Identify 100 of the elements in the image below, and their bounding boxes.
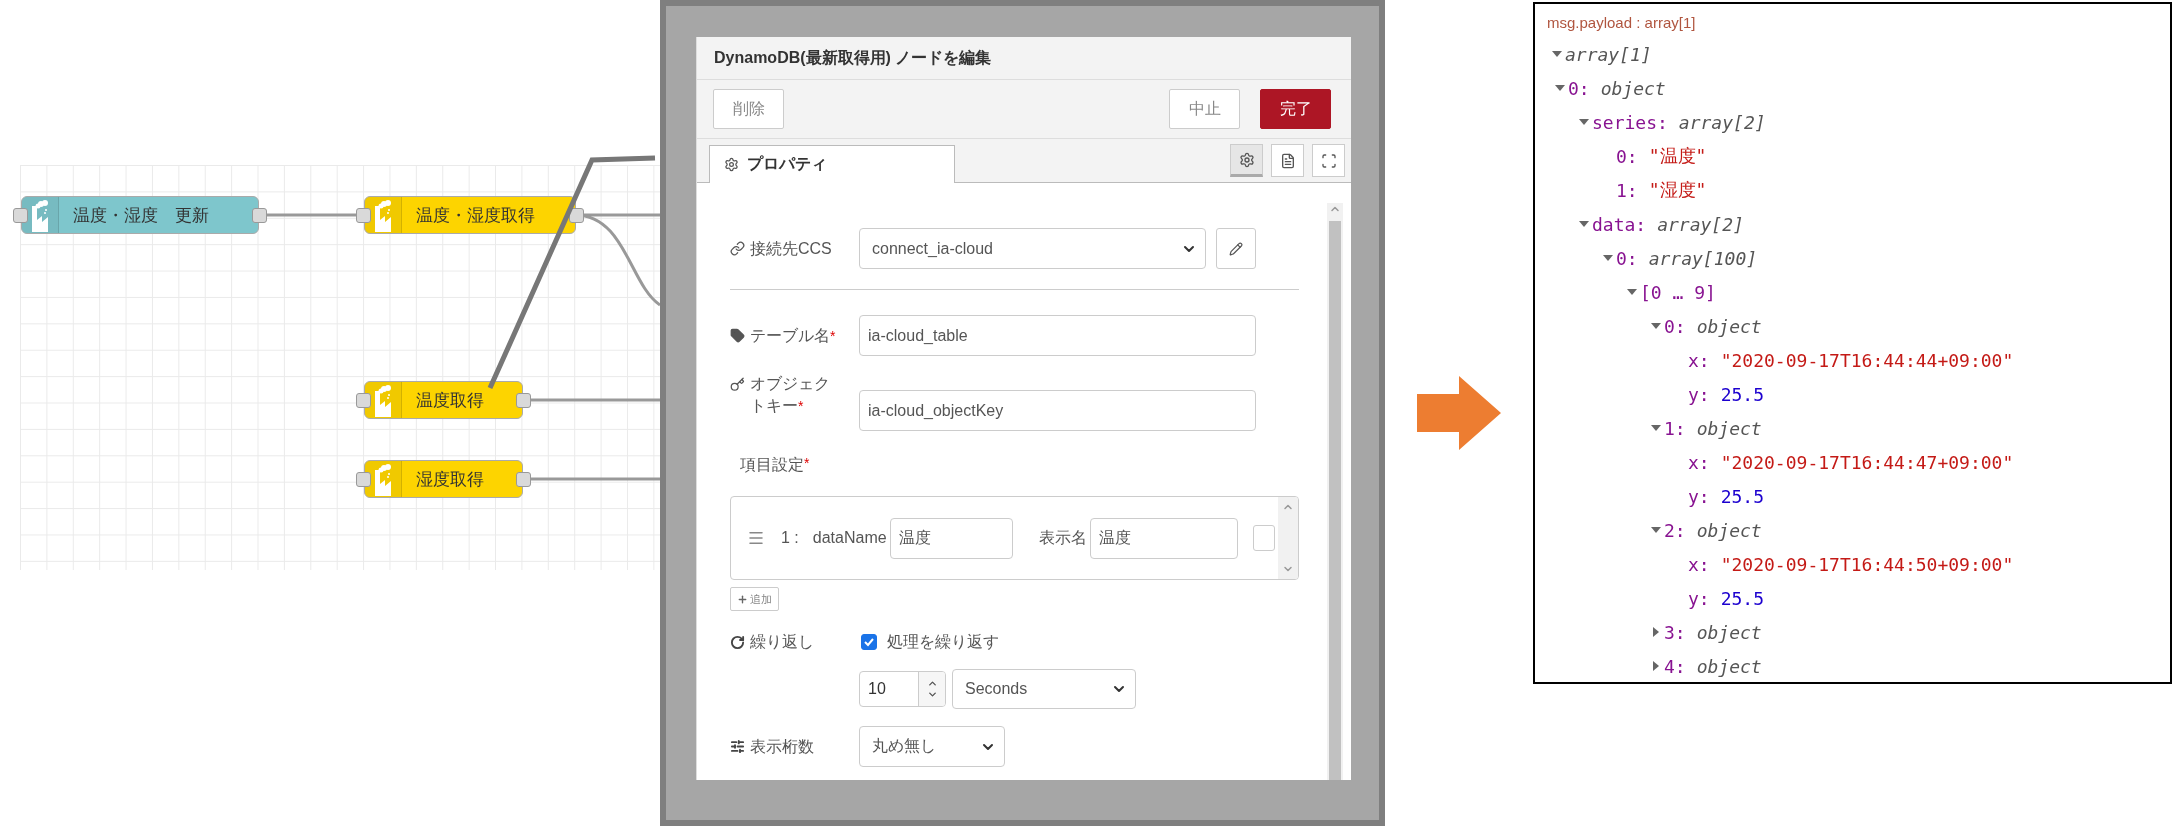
plus-icon: [737, 593, 748, 605]
node-label: 温度・湿度 更新: [72, 204, 209, 227]
tree-value: object: [1600, 77, 1666, 99]
refresh-icon: [730, 634, 745, 650]
checkbox-label: 処理を繰り返す: [887, 632, 999, 652]
gear-icon: [724, 157, 739, 172]
panel-tab[interactable]: [1312, 144, 1345, 177]
display-name-label: 表示名: [1038, 527, 1087, 548]
panel-tab[interactable]: [1230, 144, 1263, 177]
tree-value: object: [1696, 621, 1762, 643]
tree-key: series:: [1592, 111, 1668, 133]
edit-button[interactable]: [1216, 228, 1256, 269]
tree-key: y:: [1688, 383, 1710, 405]
tag-icon: [730, 328, 745, 343]
dialog-title: DynamoDB(最新取得用) ノードを編集: [714, 47, 992, 68]
tree-value: "2020-09-17T16:44:44+09:00": [1720, 349, 2014, 371]
cancel-button[interactable]: 中止: [1169, 89, 1240, 129]
tree-key: y:: [1688, 587, 1710, 609]
node-port[interactable]: [516, 471, 531, 487]
node-port[interactable]: [13, 207, 28, 223]
tree-value: object: [1696, 315, 1762, 337]
repeat-checkbox[interactable]: [861, 634, 877, 650]
data-name-input[interactable]: 温度: [889, 517, 1013, 559]
flow-node[interactable]: 温度取得: [364, 381, 523, 419]
document-icon: [1279, 152, 1296, 169]
tree-key: 1:: [1616, 179, 1638, 201]
node-port[interactable]: [356, 392, 371, 408]
tree-value: object: [1696, 519, 1762, 541]
repeat-label: 繰り返し: [750, 632, 814, 652]
flow-node[interactable]: 温度・湿度 更新: [21, 196, 259, 234]
object-key-label: オブジェクトキー*: [750, 374, 831, 416]
node-port[interactable]: [252, 207, 267, 223]
tree-key: 0:: [1568, 77, 1590, 99]
node-label: 湿度取得: [415, 468, 484, 491]
tree-key: 1:: [1664, 417, 1686, 439]
flow-node[interactable]: 温度・湿度取得: [364, 196, 576, 234]
tree-value: 25.5: [1720, 485, 1765, 507]
link-icon: [730, 241, 745, 256]
tree-key: data:: [1592, 213, 1647, 235]
tree-value: object: [1696, 417, 1762, 439]
tree-value: "2020-09-17T16:44:50+09:00": [1720, 553, 2014, 575]
tree-value: array[1]: [1565, 43, 1652, 65]
unit-select[interactable]: Seconds: [952, 669, 1136, 709]
increment-icon: [926, 678, 938, 689]
factory-icon: [29, 198, 51, 232]
tree-value: "2020-09-17T16:44:47+09:00": [1720, 451, 2014, 473]
tree-value: [0 … 9]: [1640, 281, 1716, 303]
items-label: 項目設定*: [739, 455, 811, 475]
node-port[interactable]: [516, 392, 531, 408]
digits-label: 表示桁数: [750, 736, 814, 757]
sliders-icon: [730, 739, 745, 754]
tree-value: "湿度": [1648, 178, 1707, 202]
row-index: 1 :: [781, 529, 799, 547]
data-name-label: dataName: [812, 529, 887, 547]
properties-tab[interactable]: プロパティ: [709, 145, 955, 183]
scrollbar[interactable]: [1278, 497, 1298, 579]
display-name-input[interactable]: 温度: [1089, 517, 1238, 559]
tree-key: x:: [1688, 349, 1710, 371]
connection-label: 接続先CCS: [750, 238, 832, 259]
factory-icon: [372, 198, 394, 232]
tree-key: 4:: [1664, 655, 1686, 677]
panel-tab[interactable]: [1271, 144, 1304, 177]
add-button[interactable]: 追加: [730, 587, 779, 611]
delete-button[interactable]: 削除: [713, 89, 784, 129]
flow-node[interactable]: 湿度取得: [364, 460, 523, 498]
node-label: 温度・湿度取得: [415, 204, 535, 227]
decrement-icon: [926, 689, 938, 700]
tree-key: 0:: [1616, 247, 1638, 269]
tree-key: 3:: [1664, 621, 1686, 643]
connection-select[interactable]: connect_ia-cloud: [859, 228, 1206, 269]
tree-key: 0:: [1616, 145, 1638, 167]
right-arrow-icon: [1417, 376, 1501, 450]
tree-key: 2:: [1664, 519, 1686, 541]
key-icon: [730, 377, 745, 392]
factory-icon: [372, 462, 394, 496]
tree-value: "温度": [1648, 144, 1707, 168]
settings-icon: [1238, 151, 1255, 168]
scrollbar[interactable]: [1327, 203, 1343, 780]
done-button[interactable]: 完了: [1260, 89, 1331, 129]
node-port[interactable]: [356, 471, 371, 487]
table-name-input[interactable]: ia-cloud_table: [859, 315, 1256, 356]
tree-value: 25.5: [1720, 383, 1765, 405]
object-key-input[interactable]: ia-cloud_objectKey: [859, 390, 1256, 431]
node-label: 温度取得: [415, 389, 484, 412]
tree-key: y:: [1688, 485, 1710, 507]
table-name-label: テーブル名*: [750, 325, 836, 346]
digits-select[interactable]: 丸め無し: [859, 726, 1005, 767]
drag-handle-icon[interactable]: [747, 529, 765, 547]
pencil-icon: [1229, 241, 1243, 256]
tree-key: x:: [1688, 553, 1710, 575]
tree-key: x:: [1688, 451, 1710, 473]
node-port[interactable]: [356, 207, 371, 223]
tree-key: 0:: [1664, 315, 1686, 337]
interval-input[interactable]: 10: [859, 671, 946, 707]
tree-value: 25.5: [1720, 587, 1765, 609]
tree-value: array[100]: [1648, 247, 1758, 269]
payload-title: msg.payload : array[1]: [1547, 13, 1697, 33]
factory-icon: [372, 383, 394, 417]
tree-value: array[2]: [1657, 213, 1744, 235]
tab-label: プロパティ: [747, 154, 827, 174]
